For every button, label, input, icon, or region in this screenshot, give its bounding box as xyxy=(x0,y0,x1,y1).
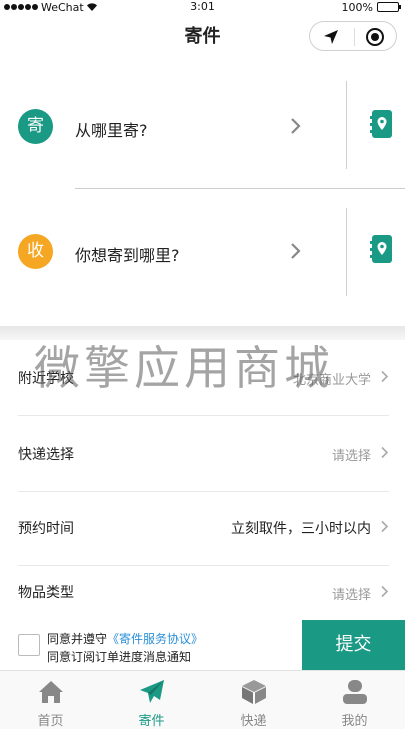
sender-address-row[interactable]: 寄 从哪里寄? xyxy=(0,62,405,188)
chevron-right-icon xyxy=(381,585,389,598)
battery-icon xyxy=(377,2,401,12)
record-circle-icon[interactable] xyxy=(366,28,384,46)
submit-button[interactable]: 提交 xyxy=(302,620,405,670)
tab-label: 我的 xyxy=(341,714,368,729)
home-icon xyxy=(39,681,63,703)
address-section: 寄 从哪里寄? 收 你想寄到哪里? xyxy=(0,62,405,326)
service-agreement-link[interactable]: 《寄件服务协议》 xyxy=(107,632,203,646)
tab-home[interactable]: 首页 xyxy=(0,671,101,729)
tab-bar: 首页 寄件 快递 我的 xyxy=(0,670,405,729)
address-book-icon[interactable] xyxy=(370,109,394,139)
form-label: 附近学校 xyxy=(18,371,74,387)
agreement-prefix: 同意并遵守 xyxy=(47,632,108,646)
form-value: 请选择 xyxy=(331,588,371,603)
section-gap xyxy=(0,326,405,340)
send-plane-icon xyxy=(140,680,164,703)
form-row-pickup-time[interactable]: 预约时间 立刻取件，三小时以内 xyxy=(18,490,389,566)
vertical-divider xyxy=(346,208,347,296)
sender-address-placeholder[interactable]: 从哪里寄? xyxy=(75,117,148,141)
user-icon xyxy=(343,680,367,704)
receiver-address-placeholder[interactable]: 你想寄到哪里? xyxy=(75,242,180,266)
battery-indicator: 100% xyxy=(341,0,401,14)
form-row-item-type[interactable]: 物品类型 请选择 xyxy=(18,566,389,620)
miniprogram-capsule xyxy=(309,21,397,51)
capsule-divider xyxy=(354,28,355,46)
tab-send[interactable]: 寄件 xyxy=(101,671,202,729)
tab-label: 快递 xyxy=(240,714,267,729)
chevron-right-icon xyxy=(381,446,389,459)
chevron-right-icon xyxy=(291,243,301,259)
location-arrow-icon[interactable] xyxy=(322,28,340,46)
package-box-icon xyxy=(242,680,266,704)
receive-badge: 收 xyxy=(18,234,53,269)
battery-percent: 100% xyxy=(341,0,373,14)
subscribe-notice-text: 同意订阅订单进度消息通知 xyxy=(47,650,192,664)
address-book-icon[interactable] xyxy=(370,234,394,264)
chevron-right-icon xyxy=(381,520,389,533)
status-bar: WeChat 3:01 100% xyxy=(0,0,405,14)
form-row-school[interactable]: 附近学校 北京商业大学 xyxy=(18,340,389,416)
form-label: 物品类型 xyxy=(18,585,74,601)
receiver-address-row[interactable]: 收 你想寄到哪里? xyxy=(0,188,405,314)
form-value: 北京商业大学 xyxy=(292,373,371,388)
submit-bar: 同意并遵守《寄件服务协议》 同意订阅订单进度消息通知 提交 xyxy=(0,620,405,670)
form-value: 请选择 xyxy=(331,449,371,464)
chevron-right-icon xyxy=(381,370,389,383)
nav-bar: 寄件 xyxy=(0,14,405,62)
send-badge: 寄 xyxy=(18,109,53,144)
order-form: 附近学校 北京商业大学 快递选择 请选择 预约时间 立刻取件，三小时以内 物品类… xyxy=(0,340,405,620)
tab-label: 寄件 xyxy=(138,714,165,729)
tab-express[interactable]: 快递 xyxy=(203,671,304,729)
form-value: 立刻取件，三小时以内 xyxy=(231,521,371,537)
form-label: 快递选择 xyxy=(18,447,74,463)
form-row-courier[interactable]: 快递选择 请选择 xyxy=(18,416,389,492)
vertical-divider xyxy=(346,81,347,169)
tab-mine[interactable]: 我的 xyxy=(304,671,405,729)
agreement-checkbox[interactable] xyxy=(18,634,40,656)
form-label: 预约时间 xyxy=(18,521,74,537)
tab-label: 首页 xyxy=(37,714,64,729)
chevron-right-icon xyxy=(291,118,301,134)
agreement-text: 同意并遵守《寄件服务协议》 xyxy=(47,630,203,647)
